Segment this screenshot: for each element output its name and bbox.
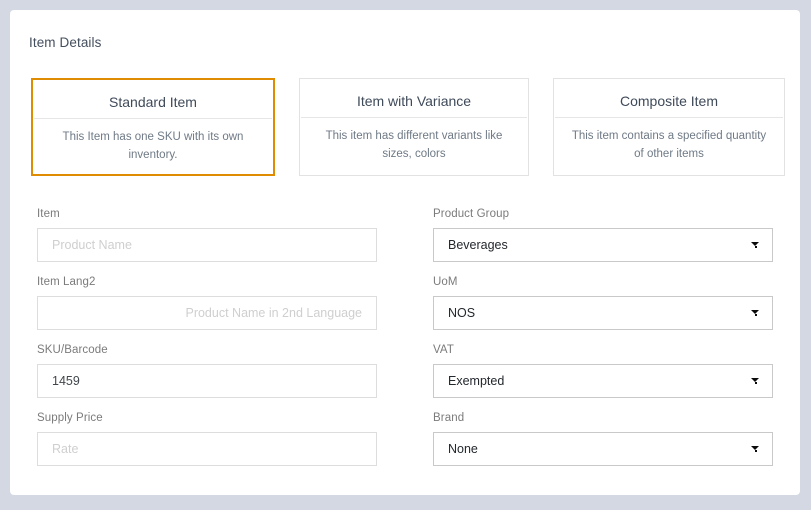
- brand-select[interactable]: None: [433, 432, 773, 466]
- item-lang2-input[interactable]: [37, 296, 377, 330]
- vat-select[interactable]: Exempted: [433, 364, 773, 398]
- brand-selected-value: None: [448, 442, 478, 456]
- field-uom: UoM NOS: [433, 276, 773, 330]
- product-group-selected-value: Beverages: [448, 238, 508, 252]
- uom-select[interactable]: NOS: [433, 296, 773, 330]
- field-label-supply-price: Supply Price: [37, 412, 103, 424]
- product-group-select[interactable]: Beverages: [433, 228, 773, 262]
- field-item: Item: [37, 208, 377, 262]
- supply-price-input[interactable]: [37, 432, 377, 466]
- chevron-down-icon: [751, 310, 760, 317]
- field-label-brand: Brand: [433, 412, 465, 424]
- item-input[interactable]: [37, 228, 377, 262]
- field-label-sku-barcode: SKU/Barcode: [37, 344, 108, 356]
- chevron-down-icon: [751, 446, 760, 453]
- field-label-item-lang2: Item Lang2: [37, 276, 96, 288]
- item-details-panel: Item Details Standard Item This Item has…: [10, 10, 800, 495]
- item-details-form: Item Item Lang2 SKU/Barcode Supply Price…: [10, 10, 800, 495]
- field-label-product-group: Product Group: [433, 208, 510, 220]
- vat-selected-value: Exempted: [448, 374, 505, 388]
- field-brand: Brand None: [433, 412, 773, 466]
- field-vat: VAT Exempted: [433, 344, 773, 398]
- field-supply-price: Supply Price: [37, 412, 377, 466]
- field-label-uom: UoM: [433, 276, 458, 288]
- app-root: Item Details Standard Item This Item has…: [0, 0, 811, 510]
- uom-selected-value: NOS: [448, 306, 476, 320]
- field-product-group: Product Group Beverages: [433, 208, 773, 262]
- chevron-down-icon: [751, 242, 760, 249]
- chevron-down-icon: [751, 378, 760, 385]
- sku-barcode-input[interactable]: [37, 364, 377, 398]
- field-item-lang2: Item Lang2: [37, 276, 377, 330]
- field-label-vat: VAT: [433, 344, 454, 356]
- field-sku-barcode: SKU/Barcode: [37, 344, 377, 398]
- field-label-item: Item: [37, 208, 60, 220]
